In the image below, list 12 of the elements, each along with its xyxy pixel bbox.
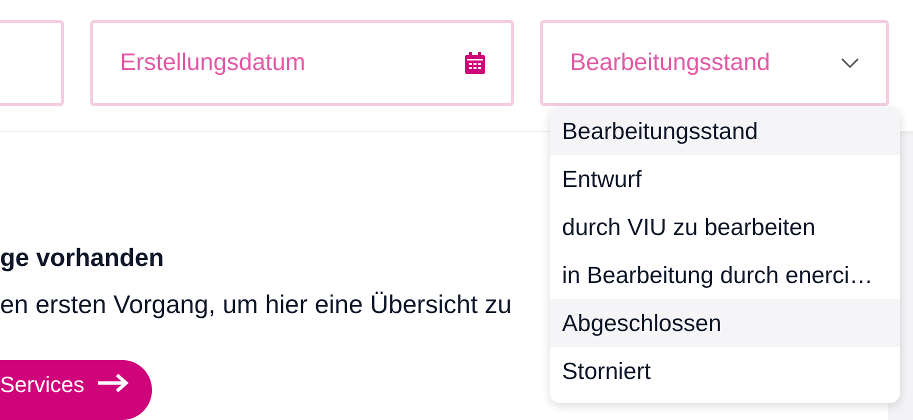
dropdown-option[interactable]: Storniert — [550, 347, 900, 395]
empty-text: en ersten Vorgang, um hier eine Übersicht zu — [0, 291, 512, 320]
dropdown-option[interactable]: Abgeschlossen — [550, 299, 900, 347]
services-button[interactable]: Services — [0, 360, 152, 420]
filter-field[interactable] — [0, 20, 64, 106]
calendar-icon — [465, 52, 485, 74]
dropdown-option[interactable]: durch VIU zu bearbeiten — [550, 203, 900, 251]
empty-heading: ge vorhanden — [0, 244, 164, 273]
arrow-icon — [96, 372, 130, 394]
dropdown-option[interactable]: in Bearbeitung durch enerci… — [550, 251, 900, 299]
dropdown-option[interactable]: Entwurf — [550, 155, 900, 203]
dropdown-option[interactable]: Bearbeitungsstand — [550, 107, 900, 155]
